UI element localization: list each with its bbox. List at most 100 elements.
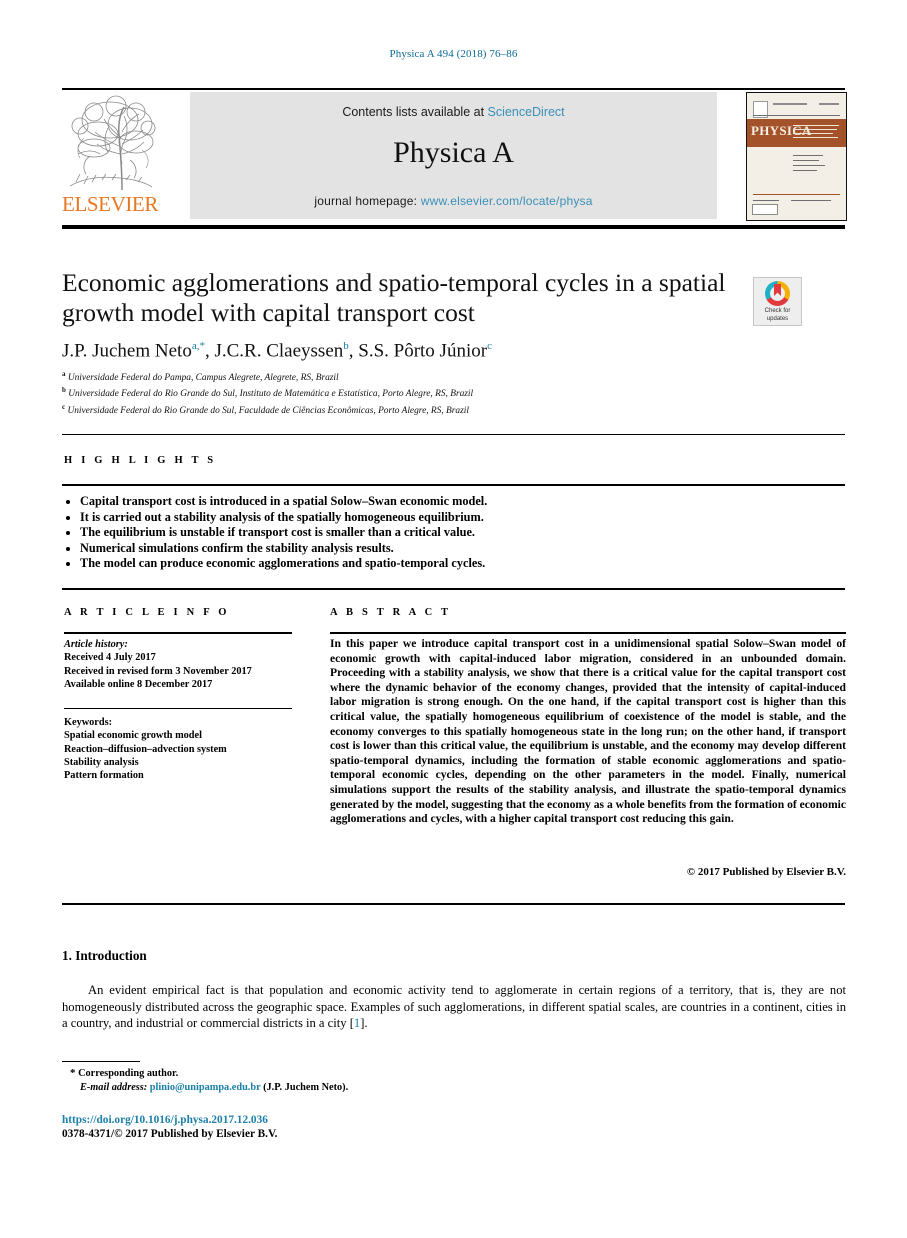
abstract-copyright: © 2017 Published by Elsevier B.V. bbox=[686, 866, 846, 878]
affiliation-item: c Universidade Federal do Rio Grande do … bbox=[62, 401, 762, 417]
introduction-paragraph: An evident empirical fact is that popula… bbox=[62, 982, 846, 1032]
homepage-prefix: journal homepage: bbox=[314, 194, 418, 208]
affiliation-mark: a bbox=[62, 370, 66, 378]
author-name-3: S.S. Pôrto Júnior bbox=[358, 340, 488, 362]
affiliation-list: a Universidade Federal do Pampa, Campus … bbox=[62, 368, 762, 417]
infoblock-bottom-rule bbox=[62, 903, 845, 905]
list-item: The equilibrium is unstable if transport… bbox=[64, 525, 804, 541]
keyword-item: Spatial economic growth model bbox=[64, 730, 202, 742]
keyword-item: Reaction–diffusion–advection system bbox=[64, 743, 227, 755]
contents-available-line: Contents lists available at ScienceDirec… bbox=[190, 105, 717, 119]
journal-homepage-link[interactable]: www.elsevier.com/locate/physa bbox=[421, 194, 593, 208]
affiliation-text: Universidade Federal do Rio Grande do Su… bbox=[67, 405, 469, 416]
elsevier-tree-icon bbox=[64, 94, 156, 194]
journal-title: Physica A bbox=[393, 136, 514, 169]
asterisk-icon: * bbox=[70, 1067, 76, 1079]
intro-text-after-ref: ]. bbox=[360, 1016, 368, 1031]
journal-band: Contents lists available at ScienceDirec… bbox=[190, 92, 717, 219]
abstract-rule bbox=[330, 632, 846, 634]
footnote-rule bbox=[62, 1061, 140, 1062]
doi-link[interactable]: https://doi.org/10.1016/j.physa.2017.12.… bbox=[62, 1114, 268, 1126]
affiliation-text: Universidade Federal do Rio Grande do Su… bbox=[68, 389, 474, 400]
author-mark-1: a,* bbox=[191, 340, 205, 352]
journal-masthead: ELSEVIER Contents lists available at Sci… bbox=[62, 92, 847, 221]
affiliation-item: b Universidade Federal do Rio Grande do … bbox=[62, 384, 762, 400]
cover-sub-line bbox=[793, 125, 839, 126]
article-history-item: Available online 8 December 2017 bbox=[64, 678, 213, 690]
affiliation-item: a Universidade Federal do Pampa, Campus … bbox=[62, 368, 762, 384]
affiliation-text: Universidade Federal do Pampa, Campus Al… bbox=[67, 373, 339, 384]
crossmark-bookmark-icon bbox=[774, 284, 781, 296]
affiliation-mark: c bbox=[62, 402, 66, 411]
highlights-under-rule bbox=[62, 484, 845, 486]
cover-sub-line bbox=[793, 137, 838, 138]
affiliation-mark: b bbox=[62, 386, 66, 395]
masthead-bottom-rule bbox=[62, 225, 845, 229]
cover-body-line bbox=[793, 155, 823, 156]
footnote-block: * Corresponding author. E-mail address: … bbox=[70, 1066, 570, 1095]
cover-tick bbox=[819, 103, 839, 105]
author-name-1: J.P. Juchem Neto bbox=[62, 340, 192, 362]
paper-page: Physica A 494 (2018) 76–86 ELSEVIER Cont… bbox=[0, 0, 907, 1238]
cover-body-line bbox=[793, 170, 817, 171]
highlights-list: Capital transport cost is introduced in … bbox=[64, 494, 804, 572]
cover-rule bbox=[753, 194, 840, 195]
abstract-heading: A B S T R A C T bbox=[330, 607, 452, 618]
highlights-heading: H I G H L I G H T S bbox=[64, 455, 217, 466]
email-label: E-mail address: bbox=[80, 1082, 148, 1093]
cover-foot-line bbox=[791, 200, 831, 201]
journal-cover-thumbnail: PHYSICA bbox=[746, 92, 847, 221]
author-sep-2: , bbox=[348, 340, 359, 362]
crossmark-badge[interactable]: Check for updates bbox=[753, 277, 802, 326]
corresponding-author-text: Corresponding author. bbox=[78, 1068, 179, 1079]
cover-sub-line bbox=[793, 133, 833, 134]
cover-footer-box bbox=[752, 204, 778, 215]
elsevier-wordmark: ELSEVIER bbox=[62, 192, 158, 216]
article-info-heading: A R T I C L E I N F O bbox=[64, 607, 230, 618]
abstract-text: In this paper we introduce capital trans… bbox=[330, 637, 846, 826]
issn-copyright-line: 0378-4371/© 2017 Published by Elsevier B… bbox=[62, 1128, 278, 1140]
author-list: J.P. Juchem Netoa,*, J.C.R. Claeyssenb, … bbox=[62, 340, 492, 362]
contents-prefix: Contents lists available at bbox=[342, 105, 485, 119]
author-mark-3: c bbox=[487, 340, 492, 352]
keyword-item: Stability analysis bbox=[64, 756, 139, 768]
cover-divider bbox=[753, 115, 840, 116]
cover-foot-line bbox=[753, 200, 779, 201]
highlights-top-rule bbox=[62, 434, 845, 435]
keywords-block: Keywords: Spatial economic growth model … bbox=[64, 716, 294, 782]
article-history-block: Article history: Received 4 July 2017 Re… bbox=[64, 638, 294, 691]
article-history-item: Received 4 July 2017 bbox=[64, 652, 156, 664]
email-link[interactable]: plinio@unipampa.edu.br bbox=[150, 1082, 261, 1093]
masthead-top-rule bbox=[62, 88, 845, 90]
article-history-item: Received in revised form 3 November 2017 bbox=[64, 665, 252, 677]
page-title: Economic agglomerations and spatio-tempo… bbox=[62, 268, 726, 327]
author-name-2: J.C.R. Claeyssen bbox=[214, 340, 344, 362]
sciencedirect-link[interactable]: ScienceDirect bbox=[488, 105, 565, 119]
keywords-label: Keywords: bbox=[64, 717, 113, 728]
list-item: Numerical simulations confirm the stabil… bbox=[64, 541, 804, 557]
cover-sub-line bbox=[793, 129, 837, 130]
list-item: It is carried out a stability analysis o… bbox=[64, 510, 804, 526]
email-owner: (J.P. Juchem Neto). bbox=[263, 1082, 349, 1093]
infoblock-top-rule bbox=[62, 588, 845, 590]
keyword-item: Pattern formation bbox=[64, 770, 144, 782]
cover-body-line bbox=[793, 165, 825, 166]
cover-body-line bbox=[793, 160, 819, 161]
email-note: E-mail address: plinio@unipampa.edu.br (… bbox=[70, 1081, 570, 1095]
title-block: Economic agglomerations and spatio-tempo… bbox=[62, 268, 732, 328]
cover-tick bbox=[773, 103, 807, 105]
list-item: The model can produce economic agglomera… bbox=[64, 556, 804, 572]
section-heading-introduction: 1. Introduction bbox=[62, 948, 147, 963]
keywords-divider-rule bbox=[64, 708, 292, 709]
article-history-label: Article history: bbox=[64, 639, 128, 650]
intro-text-before-ref: An evident empirical fact is that popula… bbox=[62, 983, 846, 1031]
crossmark-line1: Check for bbox=[764, 308, 791, 314]
crossmark-ring-icon bbox=[765, 281, 790, 306]
crossmark-label: Check for updates bbox=[754, 308, 801, 323]
journal-homepage-line: journal homepage: www.elsevier.com/locat… bbox=[190, 194, 717, 208]
running-head: Physica A 494 (2018) 76–86 bbox=[389, 48, 518, 60]
crossmark-line2: updates bbox=[766, 315, 789, 322]
article-info-rule bbox=[64, 632, 292, 634]
elsevier-logo: ELSEVIER bbox=[62, 92, 158, 219]
corresponding-author-note: * Corresponding author. bbox=[70, 1066, 570, 1081]
